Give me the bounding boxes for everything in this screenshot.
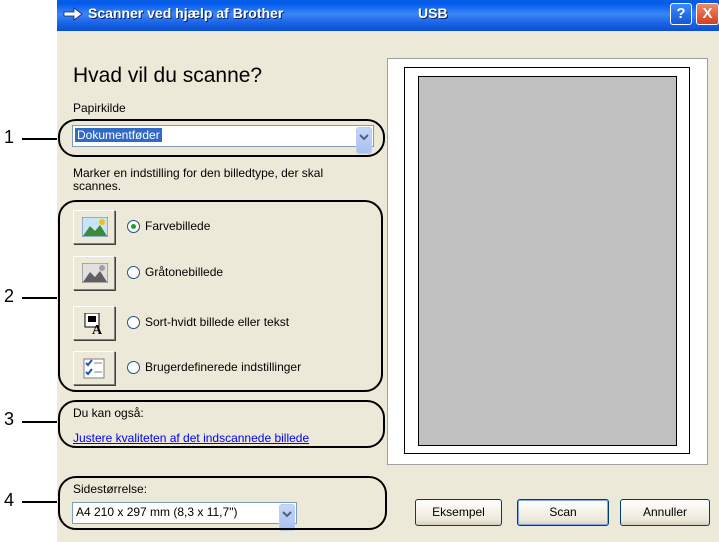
preview-button[interactable]: Eksempel bbox=[415, 499, 502, 526]
callout-4-line bbox=[22, 501, 58, 503]
instruction-line-1: Marker en indstilling for den billedtype… bbox=[73, 166, 324, 180]
close-button[interactable]: X bbox=[696, 3, 719, 25]
callout-oval-3 bbox=[58, 400, 385, 448]
scan-button[interactable]: Scan bbox=[517, 499, 609, 526]
callout-3-line bbox=[22, 421, 58, 423]
help-button[interactable]: ? bbox=[670, 3, 692, 25]
preview-page[interactable] bbox=[418, 76, 677, 446]
callout-2-line bbox=[22, 297, 58, 299]
callout-1-line bbox=[22, 138, 58, 140]
paper-source-label: Papirkilde bbox=[73, 101, 126, 115]
page-title: Hvad vil du scanne? bbox=[73, 64, 263, 87]
callout-3: 3 bbox=[4, 409, 15, 429]
cancel-button[interactable]: Annuller bbox=[620, 499, 710, 526]
callout-1: 1 bbox=[4, 127, 15, 147]
callout-2: 2 bbox=[4, 286, 15, 306]
window-title: Scanner ved hjælp af Brother bbox=[88, 5, 284, 21]
instruction-line-2: scannes. bbox=[73, 179, 122, 193]
arrow-icon bbox=[63, 7, 83, 21]
callout-oval-2 bbox=[58, 200, 383, 392]
callout-4: 4 bbox=[4, 490, 15, 510]
callout-oval-4 bbox=[58, 476, 387, 530]
connection-label: USB bbox=[418, 5, 448, 21]
callout-oval-1 bbox=[58, 119, 385, 157]
